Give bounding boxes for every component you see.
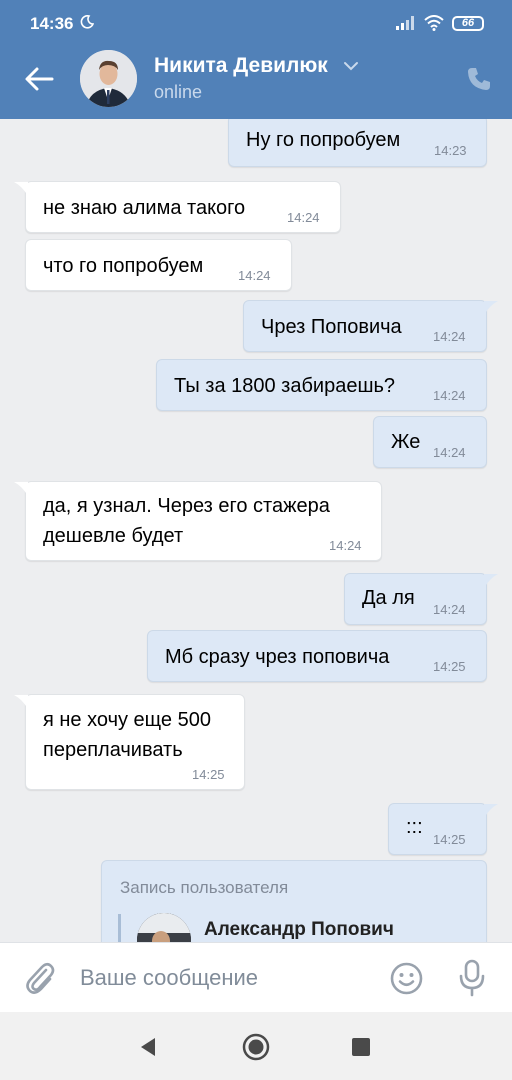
- message-time: 14:24: [433, 329, 466, 344]
- nav-recents-icon[interactable]: [352, 1038, 370, 1056]
- bubble-tail: [14, 695, 28, 709]
- smiley-icon[interactable]: [390, 962, 423, 995]
- repost-card[interactable]: Запись пользователя Александр Попович: [101, 860, 487, 942]
- message-text-line1: да, я узнал. Через его стажера: [43, 495, 330, 517]
- arrow-left-icon[interactable]: [22, 62, 56, 96]
- chat-area[interactable]: Ну го попробуем 14:23 не знаю алима тако…: [0, 119, 512, 942]
- phone-icon[interactable]: [466, 66, 492, 92]
- status-time: 14:36: [30, 14, 74, 33]
- status-bar: 14:36 66: [0, 0, 512, 44]
- repost-avatar-image: [137, 913, 191, 942]
- message-bubble[interactable]: Ну го попробуем 14:23: [228, 119, 487, 167]
- message-bubble[interactable]: Мб сразу чрез поповича 14:25: [147, 630, 487, 682]
- bubble-tail: [484, 574, 498, 588]
- message-text: Чрез Поповича: [261, 316, 402, 338]
- avatar-image: [80, 50, 137, 107]
- message-text: что го попробуем: [43, 255, 204, 277]
- message-time: 14:23: [434, 143, 467, 158]
- message-time: 14:24: [433, 602, 466, 617]
- message-time: 14:25: [192, 767, 225, 782]
- repost-label: Запись пользователя: [120, 878, 289, 897]
- repost-author-name[interactable]: Александр Попович: [204, 919, 394, 941]
- repost-author-avatar[interactable]: [137, 913, 191, 942]
- message-text-line1: я не хочу еще 500: [43, 709, 211, 731]
- bubble-tail: [484, 301, 498, 315]
- message-text: Ты за 1800 забираешь?: [174, 375, 396, 397]
- message-bubble[interactable]: Да ля 14:24: [344, 573, 498, 625]
- message-bubble[interactable]: что го попробуем 14:24: [25, 239, 292, 291]
- nav-back-icon[interactable]: [139, 1037, 157, 1057]
- message-time: 14:24: [433, 445, 466, 460]
- message-bubble[interactable]: не знаю алима такого 14:24: [14, 181, 341, 233]
- message-text-line2: дешевле будет: [43, 525, 184, 547]
- bubble-tail: [14, 482, 28, 496]
- message-bubble[interactable]: ::: 14:25: [388, 803, 498, 855]
- nav-home-icon[interactable]: [242, 1033, 270, 1061]
- message-text: Же: [391, 431, 421, 453]
- message-text: Мб сразу чрез поповича: [165, 646, 390, 668]
- message-bubble[interactable]: Ты за 1800 забираешь? 14:24: [156, 359, 487, 411]
- message-time: 14:24: [329, 538, 362, 553]
- chevron-down-icon[interactable]: [343, 60, 359, 72]
- top-bar: 14:36 66 Никита Девилюк online: [0, 0, 512, 119]
- message-bubble[interactable]: Чрез Поповича 14:24: [243, 300, 498, 352]
- bubble-tail: [14, 182, 28, 196]
- message-text: Ну го попробуем: [246, 129, 401, 151]
- microphone-icon[interactable]: [458, 959, 486, 997]
- message-bubble[interactable]: я не хочу еще 500 переплачивать 14:25: [14, 694, 245, 790]
- message-text: не знаю алима такого: [43, 197, 246, 219]
- message-time: 14:25: [433, 832, 466, 847]
- composer-bar: [0, 942, 512, 1012]
- contact-status: online: [154, 82, 203, 102]
- avatar[interactable]: [80, 50, 137, 107]
- message-time: 14:25: [433, 659, 466, 674]
- battery-indicator: 66: [452, 16, 484, 31]
- message-text: Да ля: [362, 587, 415, 609]
- message-time: 14:24: [238, 268, 271, 283]
- system-nav-bar: [0, 1012, 512, 1080]
- message-text: :::: [406, 816, 423, 838]
- message-bubble[interactable]: да, я узнал. Через его стажера дешевле б…: [14, 481, 382, 561]
- repost-quote-bar: [118, 914, 121, 942]
- message-text-line2: переплачивать: [43, 739, 183, 761]
- bubble-tail: [484, 804, 498, 818]
- contact-name[interactable]: Никита Девилюк: [154, 54, 328, 78]
- message-time: 14:24: [433, 388, 466, 403]
- message-input[interactable]: [80, 961, 370, 995]
- moon-icon: [80, 15, 94, 29]
- message-bubble[interactable]: Же 14:24: [373, 416, 487, 468]
- signal-icon: [396, 16, 414, 30]
- wifi-icon: [424, 15, 444, 31]
- paperclip-icon[interactable]: [24, 961, 56, 995]
- message-time: 14:24: [287, 210, 320, 225]
